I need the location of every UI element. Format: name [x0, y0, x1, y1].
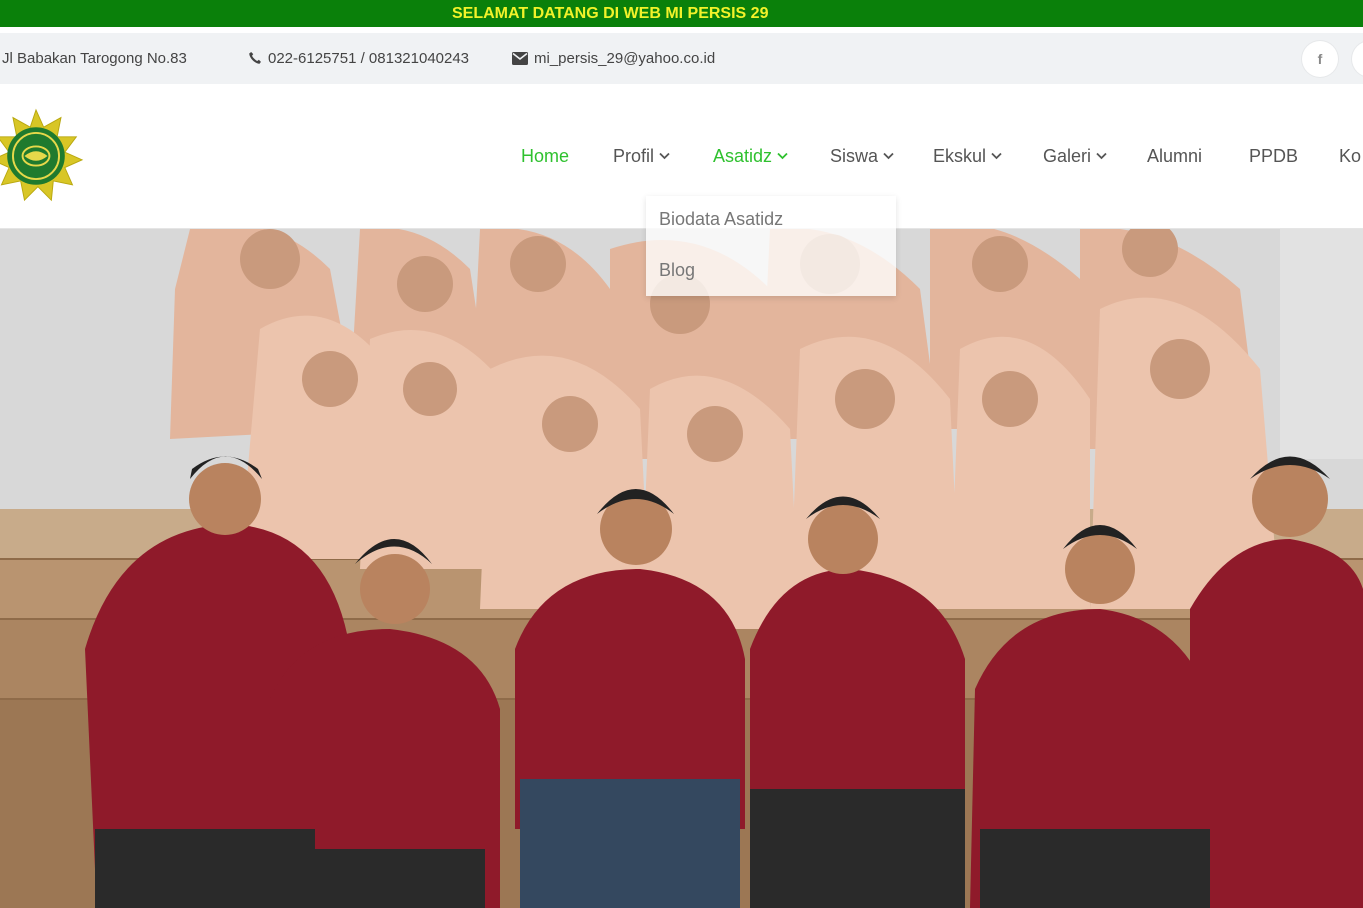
nav-home[interactable]: Home [521, 84, 569, 228]
chevron-down-icon [1096, 152, 1107, 160]
facebook-icon: f [1317, 51, 1323, 67]
chevron-down-icon [777, 152, 788, 160]
nav-siswa-label: Siswa [830, 146, 879, 166]
dropdown-item-blog[interactable]: Blog [659, 260, 695, 281]
dropdown-item-biodata-asatidz[interactable]: Biodata Asatidz [659, 209, 783, 230]
nav-kontak[interactable]: Ko [1339, 84, 1361, 228]
address-text: Jl Babakan Tarogong No.83 [2, 50, 187, 67]
contact-bar: Jl Babakan Tarogong No.83 022-6125751 / … [0, 33, 1363, 84]
chevron-down-icon [883, 152, 894, 160]
chevron-down-icon [991, 152, 1002, 160]
phone-icon [249, 52, 261, 64]
announcement-bar: SELAMAT DATANG DI WEB MI PERSIS 29 [0, 0, 1363, 27]
email-link[interactable]: mi_persis_29@yahoo.co.id [534, 50, 715, 67]
nav-asatidz-label: Asatidz [713, 146, 773, 166]
group-photo-illustration [0, 229, 1363, 908]
asatidz-dropdown-menu: Biodata Asatidz Blog [646, 196, 896, 296]
social-button-2[interactable] [1352, 41, 1363, 77]
nav-ekskul-label: Ekskul [933, 146, 987, 166]
facebook-button[interactable]: f [1302, 41, 1338, 77]
welcome-message: SELAMAT DATANG DI WEB MI PERSIS 29 [452, 5, 769, 22]
nav-galeri-label: Galeri [1043, 146, 1092, 166]
hero-group-photo [0, 229, 1363, 908]
nav-profil-label: Profil [613, 146, 655, 166]
email-info: mi_persis_29@yahoo.co.id [512, 33, 715, 84]
phone-info: 022-6125751 / 081321040243 [248, 33, 469, 84]
nav-galeri[interactable]: Galeri [1043, 84, 1107, 228]
nav-ppdb[interactable]: PPDB [1249, 84, 1298, 228]
phone-text: 022-6125751 / 081321040243 [268, 50, 470, 67]
school-logo[interactable] [0, 108, 84, 204]
chevron-down-icon [659, 152, 670, 160]
nav-ekskul[interactable]: Ekskul [933, 84, 1002, 228]
nav-alumni[interactable]: Alumni [1147, 84, 1202, 228]
envelope-icon [512, 52, 528, 65]
